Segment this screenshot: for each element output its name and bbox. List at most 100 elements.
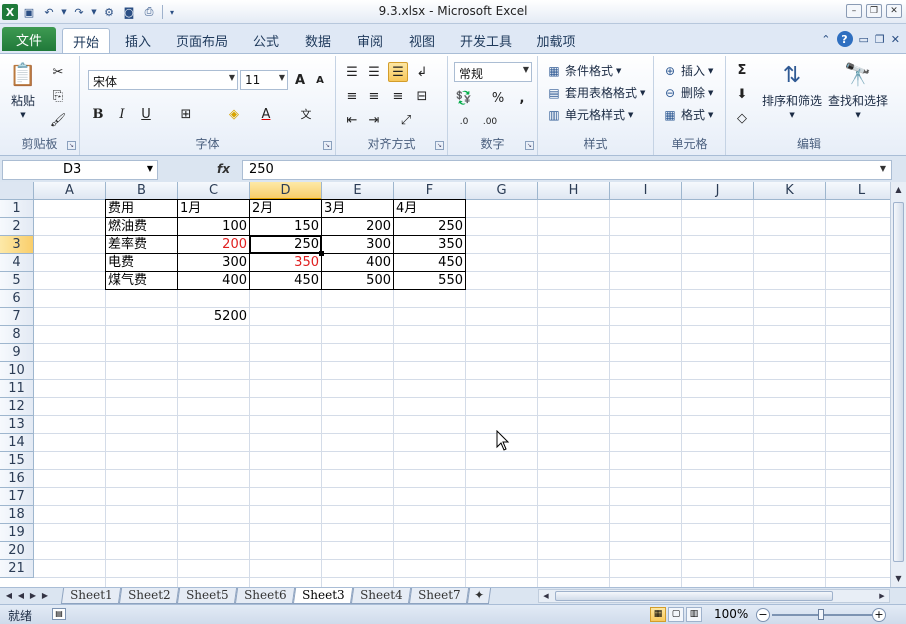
row-header[interactable]: 8 (0, 326, 34, 344)
name-box[interactable]: D3 ▼ (2, 160, 158, 180)
row-header[interactable]: 4 (0, 254, 34, 272)
increase-decimal-icon[interactable]: .0 (454, 112, 474, 132)
decrease-decimal-icon[interactable]: .00 (480, 112, 500, 132)
font-launcher-icon[interactable]: ↘ (323, 141, 332, 150)
last-sheet-icon[interactable]: ▶ (40, 590, 50, 602)
sheet-tab[interactable]: Sheet4 (350, 588, 412, 604)
tab-developer[interactable]: 开发工具 (452, 28, 520, 53)
cut-icon[interactable]: ✂ (48, 62, 68, 82)
sheet-tab[interactable]: Sheet6 (234, 588, 296, 604)
cell-c7[interactable]: 5200 (178, 308, 249, 326)
row-header[interactable]: 14 (0, 434, 34, 452)
insert-function-icon[interactable]: fx (217, 162, 230, 176)
row-header[interactable]: 19 (0, 524, 34, 542)
macro-record-icon[interactable]: ▤ (52, 608, 66, 620)
tab-home[interactable]: 开始 (62, 28, 110, 54)
fill-icon[interactable]: ⬇ (732, 84, 752, 104)
column-header[interactable]: J (682, 182, 754, 200)
tab-addins[interactable]: 加载项 (528, 28, 584, 53)
column-header[interactable]: L (826, 182, 890, 200)
row-header[interactable]: 16 (0, 470, 34, 488)
row-header[interactable]: 2 (0, 218, 34, 236)
column-header[interactable]: K (754, 182, 826, 200)
row-header[interactable]: 3 (0, 236, 34, 254)
scroll-left-icon[interactable]: ◀ (540, 590, 552, 602)
number-format-select[interactable]: 常规 ▼ (454, 62, 532, 82)
row-header[interactable]: 13 (0, 416, 34, 434)
copy-icon[interactable]: ⎘ (48, 86, 68, 106)
sheet-tab[interactable]: Sheet5 (176, 588, 238, 604)
tab-view[interactable]: 视图 (400, 28, 444, 53)
column-header[interactable]: C (178, 182, 250, 200)
row-header[interactable]: 20 (0, 542, 34, 560)
tab-data[interactable]: 数据 (296, 28, 340, 53)
clipboard-launcher-icon[interactable]: ↘ (67, 141, 76, 150)
autosum-icon[interactable]: Σ (732, 60, 752, 80)
collapse-ribbon-icon[interactable]: ⌃ (821, 33, 830, 46)
align-center-icon[interactable]: ≡ (364, 86, 384, 106)
increase-indent-icon[interactable]: ⇥ (364, 110, 384, 130)
zoom-out-icon[interactable]: − (756, 608, 770, 622)
accounting-format-icon[interactable]: 💱 (454, 88, 474, 108)
font-size-select[interactable]: 11 ▼ (240, 70, 288, 90)
zoom-in-icon[interactable]: + (872, 608, 886, 622)
ribbon-close-icon[interactable]: ✕ (891, 33, 900, 46)
cell-styles-button[interactable]: ▥ 单元格样式 ▼ (546, 106, 633, 123)
column-header[interactable]: E (322, 182, 394, 200)
horizontal-scrollbar[interactable]: ◀ ▶ (538, 589, 890, 603)
row-header[interactable]: 9 (0, 344, 34, 362)
tab-file[interactable]: 文件 (2, 27, 56, 51)
first-sheet-icon[interactable]: ◀ (4, 590, 14, 602)
tab-formulas[interactable]: 公式 (244, 28, 288, 53)
paste-button[interactable]: 📋 粘贴 ▼ (8, 60, 38, 120)
worksheet-grid[interactable]: A B C D E F G H I J K L 1 2 3 4 5 6 7 8 9 10 11 12 13 14 15 16 17 18 1… (0, 182, 890, 587)
format-painter-icon[interactable]: 🖌 (48, 110, 68, 130)
phonetic-icon[interactable]: 文 (296, 104, 316, 124)
conditional-format-button[interactable]: ▦ 条件格式 ▼ (546, 62, 621, 79)
row-header[interactable]: 21 (0, 560, 34, 578)
grow-font-icon[interactable]: A (290, 70, 310, 90)
page-layout-view-icon[interactable]: ▢ (668, 607, 684, 622)
ribbon-restore-icon[interactable]: ❐ (875, 33, 885, 46)
fill-color-icon[interactable]: ◈ (224, 104, 244, 124)
shrink-font-icon[interactable]: A (310, 70, 330, 90)
close-icon[interactable]: ✕ (886, 4, 902, 18)
zoom-slider-thumb[interactable] (818, 609, 824, 620)
italic-icon[interactable]: I (112, 104, 132, 124)
sheet-tab[interactable]: Sheet3 (292, 588, 354, 604)
scroll-right-icon[interactable]: ▶ (876, 590, 888, 602)
restore-icon[interactable]: ❐ (866, 4, 882, 18)
tab-insert[interactable]: 插入 (116, 28, 160, 53)
column-header[interactable]: H (538, 182, 610, 200)
prev-sheet-icon[interactable]: ◀ (16, 590, 26, 602)
row-header[interactable]: 11 (0, 380, 34, 398)
vertical-scrollbar[interactable]: ▲ ▼ (890, 182, 906, 587)
minimize-icon[interactable]: – (846, 4, 862, 18)
help-icon[interactable]: ? (836, 31, 853, 47)
row-header[interactable]: 17 (0, 488, 34, 506)
zoom-level[interactable]: 100% (714, 607, 748, 621)
format-cells-button[interactable]: ▦ 格式 ▼ (662, 106, 713, 123)
merge-center-icon[interactable]: ⊟ (412, 86, 432, 106)
delete-cells-button[interactable]: ⊖ 删除 ▼ (662, 84, 713, 101)
fill-handle[interactable] (319, 251, 324, 256)
column-header[interactable]: G (466, 182, 538, 200)
insert-cells-button[interactable]: ⊕ 插入 ▼ (662, 62, 713, 79)
row-header[interactable]: 15 (0, 452, 34, 470)
scroll-down-icon[interactable]: ▼ (891, 571, 906, 587)
align-left-icon[interactable]: ≡ (342, 86, 362, 106)
clear-icon[interactable]: ◇ (732, 108, 752, 128)
tab-review[interactable]: 审阅 (348, 28, 392, 53)
column-header[interactable]: B (106, 182, 178, 200)
align-middle-icon[interactable]: ☰ (364, 62, 384, 82)
font-name-select[interactable]: 宋体 ▼ (88, 70, 238, 90)
sheet-tab[interactable]: Sheet2 (118, 588, 180, 604)
borders-icon[interactable]: ⊞ (176, 104, 196, 124)
row-header[interactable]: 10 (0, 362, 34, 380)
sort-filter-button[interactable]: ⇅ 排序和筛选 ▼ (762, 60, 822, 120)
select-all-corner[interactable] (0, 182, 34, 200)
orientation-icon[interactable]: ⤢ (396, 110, 416, 130)
percent-icon[interactable]: % (488, 88, 508, 108)
alignment-launcher-icon[interactable]: ↘ (435, 141, 444, 150)
scroll-up-icon[interactable]: ▲ (891, 182, 906, 198)
